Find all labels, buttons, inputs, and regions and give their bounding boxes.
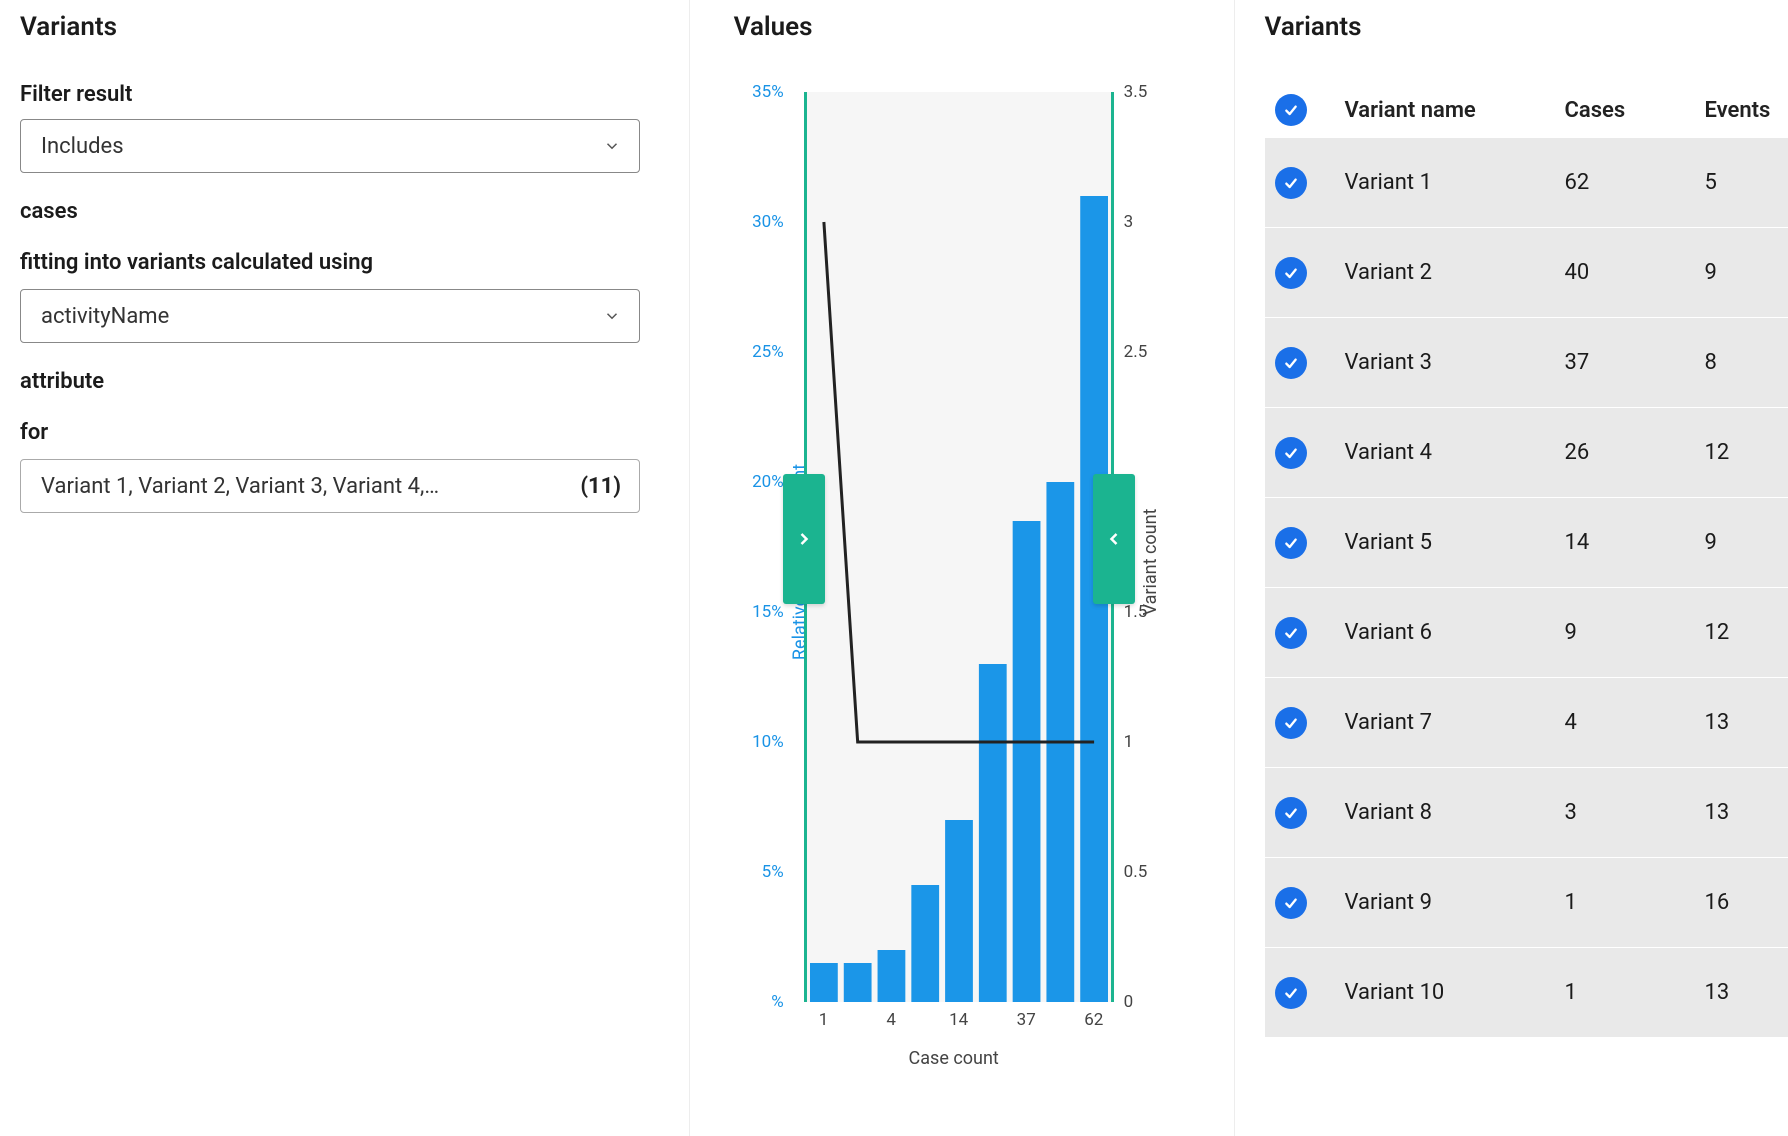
calculated-value: activityName [41, 304, 169, 329]
filter-result-select[interactable]: Includes [20, 119, 640, 173]
x-tick: 37 [1017, 1010, 1036, 1030]
row-cases: 14 [1565, 530, 1705, 555]
row-name: Variant 3 [1345, 350, 1565, 375]
panel-title-left: Variants [20, 12, 665, 42]
range-handle-left[interactable] [783, 474, 825, 604]
row-checkbox[interactable] [1275, 617, 1307, 649]
select-all-checkbox[interactable] [1275, 94, 1307, 126]
row-checkbox[interactable] [1275, 887, 1307, 919]
col-head-cases[interactable]: Cases [1565, 98, 1705, 123]
row-events: 12 [1705, 440, 1788, 465]
row-cases: 3 [1565, 800, 1705, 825]
row-name: Variant 2 [1345, 260, 1565, 285]
cases-label: cases [20, 199, 665, 224]
row-cases: 9 [1565, 620, 1705, 645]
row-name: Variant 4 [1345, 440, 1565, 465]
x-tick: 1 [819, 1010, 829, 1030]
row-name: Variant 1 [1345, 170, 1565, 195]
table-row[interactable]: Variant 6912 [1265, 588, 1788, 678]
chart-bar [1012, 521, 1040, 1002]
panel-title-right: Variants [1265, 12, 1788, 42]
x-axis-label: Case count [734, 1048, 1174, 1069]
chart-bar [945, 820, 973, 1002]
calculated-label: fitting into variants calculated using [20, 250, 665, 275]
chart-bar [911, 885, 939, 1002]
col-head-name[interactable]: Variant name [1345, 98, 1565, 123]
row-cases: 26 [1565, 440, 1705, 465]
row-name: Variant 9 [1345, 890, 1565, 915]
for-count: (11) [580, 474, 621, 499]
table-row[interactable]: Variant 42612 [1265, 408, 1788, 498]
row-checkbox[interactable] [1275, 707, 1307, 739]
for-multiselect[interactable]: Variant 1, Variant 2, Variant 3, Variant… [20, 459, 640, 513]
values-panel: Values Relative total case count Variant… [690, 0, 1235, 1136]
row-checkbox[interactable] [1275, 167, 1307, 199]
for-label: for [20, 420, 665, 445]
row-events: 13 [1705, 710, 1788, 735]
table-row[interactable]: Variant 10113 [1265, 948, 1788, 1038]
row-name: Variant 6 [1345, 620, 1565, 645]
chart-bar [979, 664, 1007, 1002]
row-cases: 37 [1565, 350, 1705, 375]
row-events: 9 [1705, 530, 1788, 555]
chevron-down-icon [603, 137, 621, 155]
x-tick: 4 [886, 1010, 896, 1030]
variants-table: Variant name Cases Events Variant 1625Va… [1265, 82, 1788, 1038]
x-tick: 62 [1084, 1010, 1103, 1030]
table-row[interactable]: Variant 8313 [1265, 768, 1788, 858]
row-events: 9 [1705, 260, 1788, 285]
row-name: Variant 10 [1345, 980, 1565, 1005]
row-cases: 4 [1565, 710, 1705, 735]
row-events: 13 [1705, 800, 1788, 825]
chart-bar [810, 963, 838, 1002]
row-cases: 40 [1565, 260, 1705, 285]
row-checkbox[interactable] [1275, 347, 1307, 379]
panel-title-mid: Values [734, 12, 1214, 42]
row-events: 13 [1705, 980, 1788, 1005]
table-row[interactable]: Variant 2409 [1265, 228, 1788, 318]
row-events: 5 [1705, 170, 1788, 195]
filter-result-label: Filter result [20, 82, 665, 107]
row-checkbox[interactable] [1275, 257, 1307, 289]
range-handle-right[interactable] [1093, 474, 1135, 604]
table-header: Variant name Cases Events [1265, 82, 1788, 138]
attribute-label: attribute [20, 369, 665, 394]
calculated-select[interactable]: activityName [20, 289, 640, 343]
for-value: Variant 1, Variant 2, Variant 3, Variant… [41, 474, 439, 499]
col-head-events[interactable]: Events [1705, 98, 1788, 123]
variant-chart: Relative total case count Variant count … [734, 82, 1174, 1042]
chart-bar [877, 950, 905, 1002]
x-tick: 14 [949, 1010, 968, 1030]
row-checkbox[interactable] [1275, 527, 1307, 559]
row-events: 12 [1705, 620, 1788, 645]
row-checkbox[interactable] [1275, 437, 1307, 469]
row-events: 8 [1705, 350, 1788, 375]
row-cases: 1 [1565, 980, 1705, 1005]
table-row[interactable]: Variant 3378 [1265, 318, 1788, 408]
row-name: Variant 7 [1345, 710, 1565, 735]
row-checkbox[interactable] [1275, 797, 1307, 829]
variants-table-panel: Variants Variant name Cases Events Varia… [1235, 0, 1788, 1136]
table-row[interactable]: Variant 7413 [1265, 678, 1788, 768]
row-events: 16 [1705, 890, 1788, 915]
table-row[interactable]: Variant 9116 [1265, 858, 1788, 948]
filters-panel: Variants Filter result Includes cases fi… [0, 0, 690, 1136]
table-row[interactable]: Variant 5149 [1265, 498, 1788, 588]
row-name: Variant 8 [1345, 800, 1565, 825]
row-cases: 62 [1565, 170, 1705, 195]
chart-bar [843, 963, 871, 1002]
row-name: Variant 5 [1345, 530, 1565, 555]
table-row[interactable]: Variant 1625 [1265, 138, 1788, 228]
filter-result-value: Includes [41, 134, 124, 159]
chevron-down-icon [603, 307, 621, 325]
row-cases: 1 [1565, 890, 1705, 915]
row-checkbox[interactable] [1275, 977, 1307, 1009]
